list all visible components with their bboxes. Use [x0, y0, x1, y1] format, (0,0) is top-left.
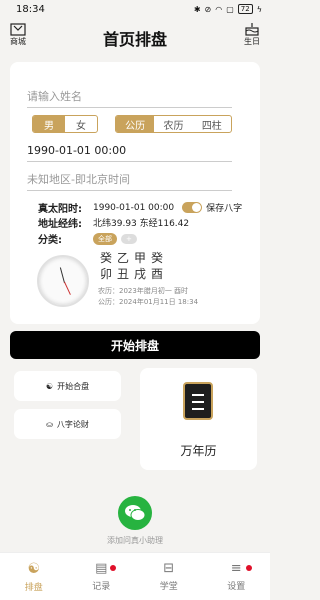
book-icon: ⊟ [163, 561, 175, 576]
shop-button[interactable]: 商城 [10, 22, 26, 47]
status-bar: 18:34 ✱ ⊘ ◠ ▢ 72 ϟ [0, 0, 270, 18]
calendar-card[interactable]: 万年历 [140, 368, 257, 470]
name-input[interactable]: 请输入姓名 [27, 86, 232, 108]
clock-icon [37, 255, 89, 307]
tab-records-label: 记录 [92, 582, 111, 592]
location-input[interactable]: 未知地区-即北京时间 [27, 169, 232, 191]
calendar-selector: 公历 农历 四柱 [115, 115, 232, 133]
sim-icon: ▢ [226, 4, 234, 14]
ingot-icon: ⛀ [46, 419, 53, 429]
settings-badge [245, 565, 252, 571]
solar-time-value: 1990-01-01 00:00 [93, 202, 175, 213]
tab-records[interactable]: ▤ 记录 [68, 553, 136, 600]
wechat-assistant-button[interactable] [118, 496, 152, 530]
category-add-button[interactable]: + [121, 233, 137, 244]
gender-female[interactable]: 女 [65, 116, 97, 132]
name-placeholder: 请输入姓名 [27, 90, 82, 103]
tab-school-label: 学堂 [159, 582, 178, 592]
start-paipan-button[interactable]: 开始排盘 [10, 331, 260, 359]
yinyang-tab-icon: ☯ [27, 560, 41, 577]
shop-icon [10, 23, 26, 36]
bluetooth-icon: ✱ [193, 4, 201, 14]
bazi-wealth-label: 八字论财 [56, 419, 89, 429]
category-chip-all[interactable]: 全部 [93, 232, 117, 245]
charging-icon: ϟ [256, 4, 262, 14]
cake-icon [245, 23, 259, 36]
bazi-wealth-button[interactable]: ⛀ 八字论财 [14, 409, 121, 439]
records-badge [109, 565, 116, 571]
coord-label: 地址经纬: [38, 219, 82, 230]
solar-time-row: 真太阳时: 1990-01-01 00:00 保存八字 [38, 200, 242, 215]
notes-icon: ▤ [95, 561, 108, 576]
yinyang-icon: ☯ [45, 381, 54, 391]
category-row: 分类: 全部 + [38, 231, 141, 246]
calendar-icon [183, 382, 213, 420]
pillars-branches: 卯丑戌酉 [100, 267, 169, 281]
battery-icon: 72 [237, 4, 253, 14]
category-label: 分类: [38, 235, 62, 246]
tab-paipan[interactable]: ☯ 排盘 [0, 553, 68, 600]
sliders-icon: ≡ [230, 561, 242, 576]
mute-icon: ⊘ [204, 4, 212, 14]
tab-solar[interactable]: 公历 [116, 116, 155, 132]
wechat-icon [125, 505, 146, 521]
pillars-stems: 癸乙甲癸 [100, 251, 169, 265]
birthday-label: 生日 [244, 37, 260, 46]
tab-school[interactable]: ⊟ 学堂 [135, 553, 203, 600]
status-time: 18:34 [16, 3, 45, 15]
gender-male[interactable]: 男 [33, 116, 65, 132]
birthday-button[interactable]: 生日 [244, 22, 260, 47]
bottom-tabbar: ☯ 排盘 ▤ 记录 ⊟ 学堂 ≡ 设置 [0, 552, 270, 600]
hepan-button[interactable]: ☯ 开始合盘 [14, 371, 121, 401]
tab-lunar[interactable]: 农历 [154, 116, 192, 132]
coord-row: 地址经纬: 北纬39.93 东经116.42 [38, 215, 189, 230]
save-bazi-toggle[interactable] [182, 202, 203, 213]
page-title: 首页排盘 [102, 30, 167, 49]
status-icons: ✱ ⊘ ◠ ▢ 72 ϟ [194, 4, 262, 14]
bazi-pillars: 癸乙甲癸 卯丑戌酉 [100, 250, 168, 282]
location-placeholder: 未知地区-即北京时间 [27, 173, 130, 186]
solar-time-label: 真太阳时: [38, 204, 82, 215]
solar-date: 公历：2024年01月11日 18:34 [98, 298, 199, 306]
tab-settings[interactable]: ≡ 设置 [203, 553, 271, 600]
tab-paipan-label: 排盘 [24, 582, 43, 593]
datetime-value: 1990-01-01 00:00 [27, 144, 127, 157]
hepan-label: 开始合盘 [57, 381, 90, 391]
wifi-icon: ◠ [215, 4, 223, 14]
shop-label: 商城 [10, 37, 26, 46]
calendar-label: 万年历 [180, 444, 217, 458]
page-header: 商城 首页排盘 生日 [0, 18, 270, 58]
tab-four-pillars[interactable]: 四柱 [193, 116, 231, 132]
tab-settings-label: 设置 [227, 582, 246, 592]
assistant-label: 添加问真小助理 [107, 536, 163, 545]
save-bazi-label: 保存八字 [206, 204, 243, 214]
datetime-input[interactable]: 1990-01-01 00:00 [27, 140, 232, 162]
lunar-date: 农历：2023年腊月初一 酉时 [98, 287, 189, 295]
gender-selector: 男 女 [32, 115, 98, 133]
coord-value: 北纬39.93 东经116.42 [93, 219, 190, 229]
